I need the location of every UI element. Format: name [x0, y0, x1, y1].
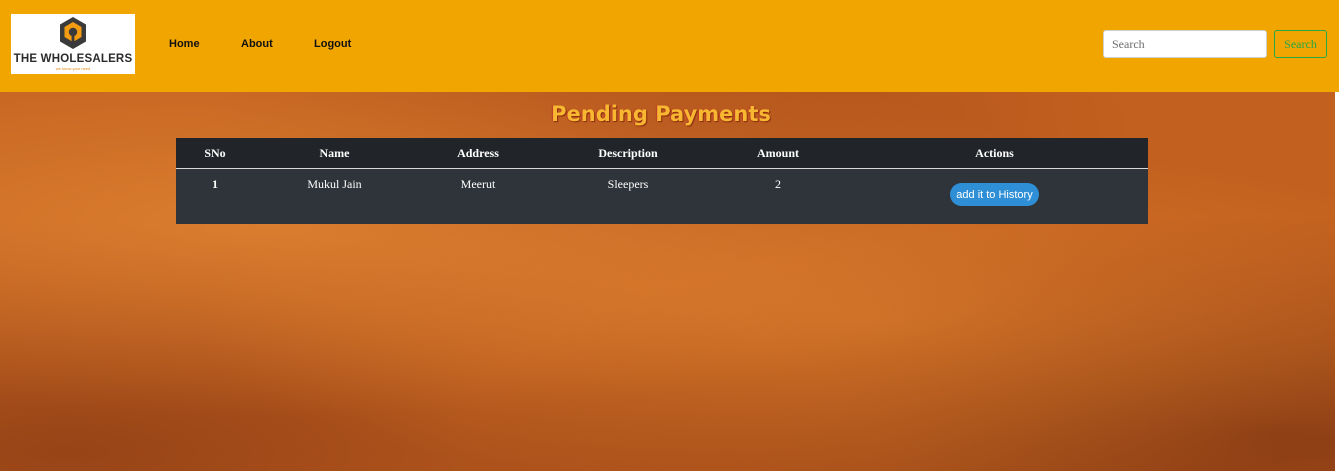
table-header-row: SNo Name Address Description Amount Acti…	[176, 138, 1148, 169]
page-edge	[1335, 92, 1339, 471]
navbar: THE WHOLESALERS we know your need Home A…	[0, 0, 1339, 92]
header-actions: Actions	[841, 138, 1148, 169]
nav-link-logout[interactable]: Logout	[314, 38, 351, 50]
nav-link-about[interactable]: About	[241, 38, 273, 50]
add-to-history-button[interactable]: add it to History	[950, 183, 1039, 206]
cell-sno: 1	[176, 168, 254, 224]
cell-description: Sleepers	[541, 168, 715, 224]
payments-table: SNo Name Address Description Amount Acti…	[176, 138, 1148, 224]
header-sno: SNo	[176, 138, 254, 169]
search-input[interactable]	[1103, 30, 1267, 58]
header-address: Address	[415, 138, 541, 169]
page-title: Pending Payments	[551, 102, 771, 126]
search-button[interactable]: Search	[1274, 30, 1327, 58]
header-name: Name	[254, 138, 415, 169]
header-amount: Amount	[715, 138, 841, 169]
brand-tagline: we know your need	[55, 66, 91, 71]
payments-table-grid: SNo Name Address Description Amount Acti…	[176, 138, 1148, 224]
brand-logo[interactable]: THE WHOLESALERS we know your need	[11, 14, 135, 74]
cell-actions: add it to History	[841, 168, 1148, 224]
brand-name: THE WHOLESALERS	[13, 53, 133, 65]
nav-link-home[interactable]: Home	[169, 38, 200, 50]
cell-name: Mukul Jain	[254, 168, 415, 224]
table-row: 1 Mukul Jain Meerut Sleepers 2 add it to…	[176, 168, 1148, 224]
cell-amount: 2	[715, 168, 841, 224]
cell-address: Meerut	[415, 168, 541, 224]
brand-logo-icon	[60, 17, 86, 49]
header-description: Description	[541, 138, 715, 169]
